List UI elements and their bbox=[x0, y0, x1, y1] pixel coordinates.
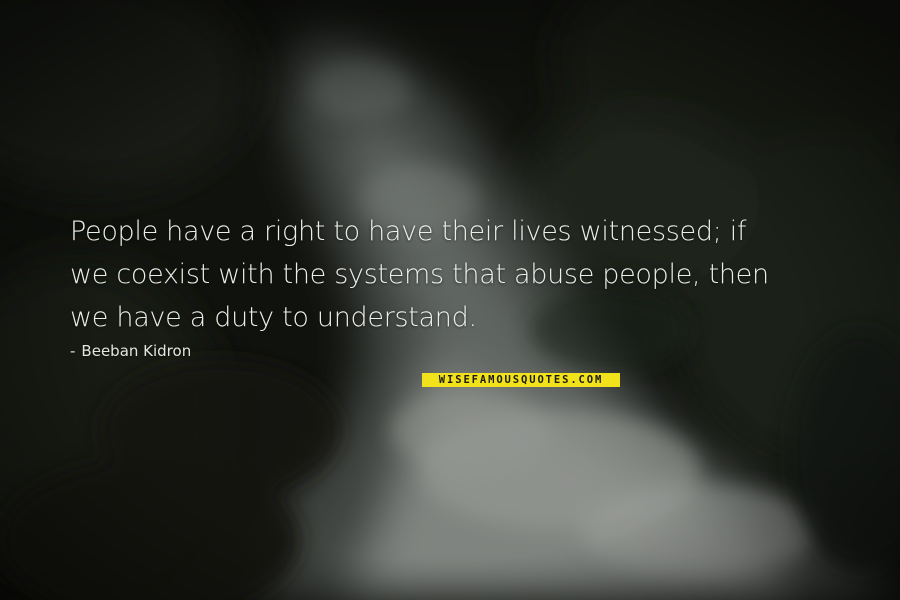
quote-author: - Beeban Kidron bbox=[70, 342, 191, 360]
quote-line: we have a duty to understand. bbox=[70, 302, 477, 333]
quote-line: we coexist with the systems that abuse p… bbox=[70, 259, 769, 290]
author-name: Beeban Kidron bbox=[81, 342, 192, 360]
quote-line: People have a right to have their lives … bbox=[70, 216, 747, 247]
quote-image: People have a right to have their lives … bbox=[0, 0, 900, 600]
author-dash: - bbox=[70, 342, 76, 360]
quote-text: People have a right to have their lives … bbox=[70, 210, 870, 339]
watermark-logo: WISEFAMOUSQUOTES.COM bbox=[422, 373, 620, 387]
